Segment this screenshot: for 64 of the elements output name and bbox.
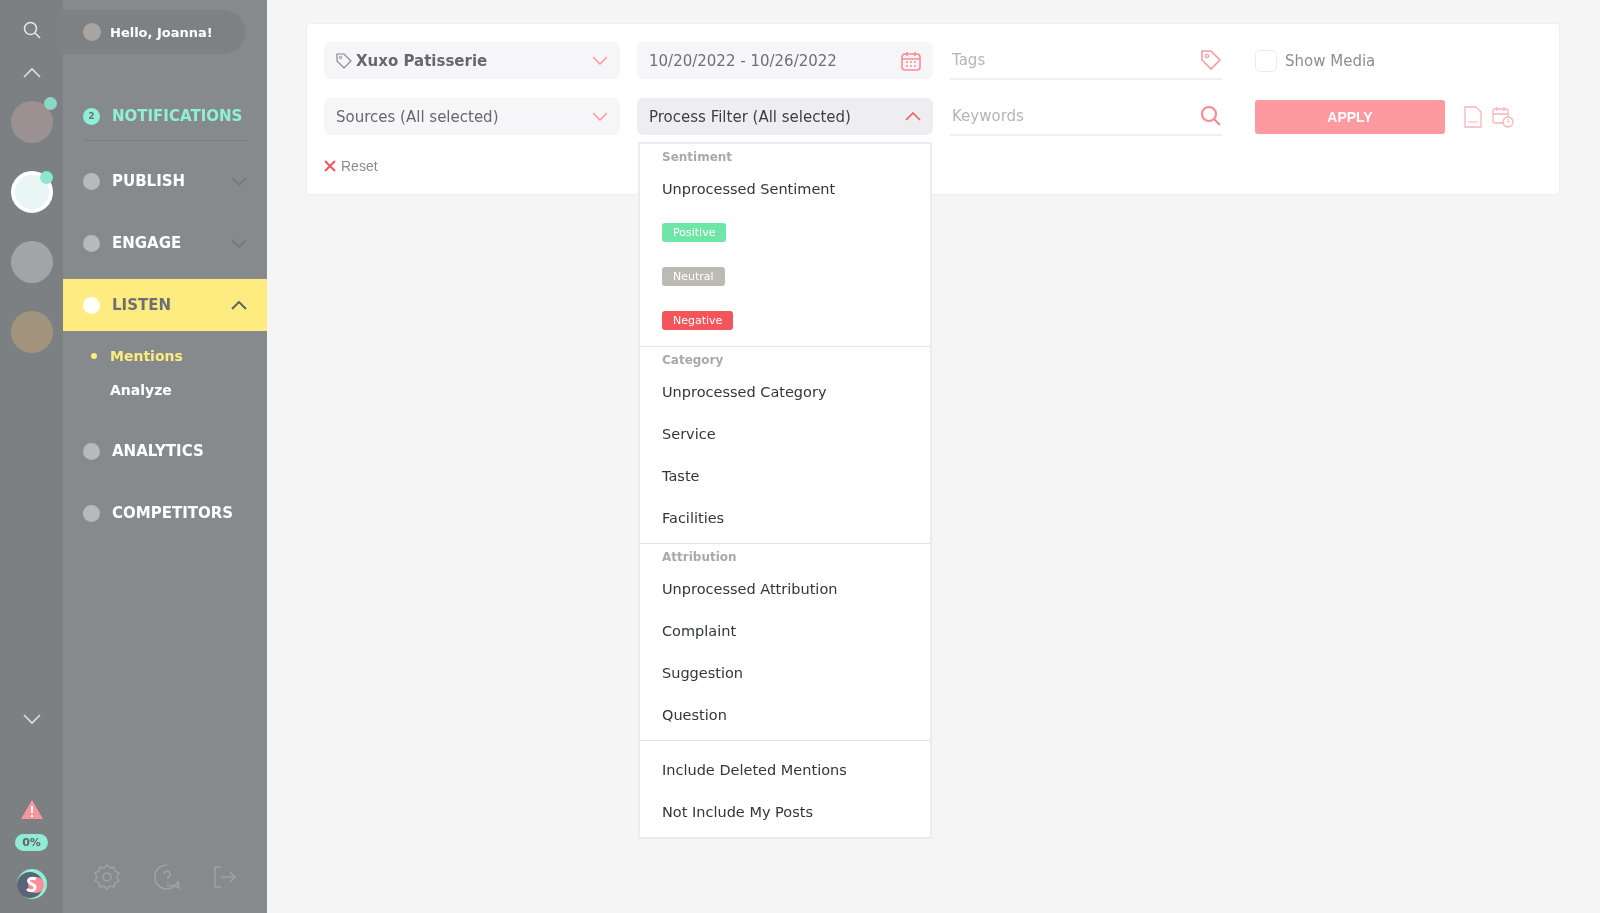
menu-item[interactable]: Not Include My Posts — [640, 791, 930, 833]
close-icon — [324, 160, 336, 172]
search-icon[interactable] — [21, 20, 42, 40]
nav-icon — [83, 172, 100, 190]
chevron-up-icon — [905, 112, 921, 121]
chevron-up-icon[interactable] — [22, 68, 41, 78]
calendar-clock-icon[interactable] — [1492, 105, 1514, 128]
menu-item[interactable]: Question — [640, 694, 930, 736]
nav-item[interactable]: LISTEN — [63, 279, 267, 331]
nav-item[interactable]: ANALYTICS — [63, 425, 267, 477]
menu-item[interactable]: Unprocessed Attribution — [640, 568, 930, 610]
nav-icon — [83, 442, 100, 460]
brand-select[interactable]: Xuxo Patisserie — [324, 42, 620, 79]
process-filter-select[interactable]: Process Filter (All selected) — [637, 98, 933, 135]
help-icon[interactable] — [154, 864, 180, 890]
nav-label: NOTIFICATIONS — [112, 107, 244, 125]
nav-icon — [83, 296, 100, 314]
menu-section-header: Attribution — [661, 549, 738, 566]
reset-button[interactable]: Reset — [324, 158, 378, 174]
brand-avatar[interactable] — [10, 241, 53, 283]
menu-item[interactable]: Suggestion — [640, 652, 930, 694]
search-icon — [1200, 104, 1222, 127]
xls-file-icon[interactable] — [1464, 105, 1482, 128]
notification-count: 2 — [83, 107, 100, 125]
menu-section-header: Category — [661, 352, 725, 369]
greeting-text: Hello, Joanna! — [110, 24, 213, 40]
quota-badge: 0% — [15, 834, 48, 851]
nav-label: ANALYTICS — [112, 442, 205, 460]
tag-icon — [1200, 48, 1222, 71]
subnav-item[interactable]: Mentions — [91, 339, 267, 373]
settings-icon[interactable] — [93, 863, 122, 891]
menu-item[interactable]: Service — [640, 413, 930, 455]
nav-label: PUBLISH — [112, 172, 187, 190]
nav-item[interactable]: PUBLISH — [63, 155, 267, 207]
nav-item[interactable]: COMPETITORS — [63, 487, 267, 539]
menu-item[interactable]: Complaint — [640, 610, 930, 652]
subnav-item[interactable]: Analyze — [91, 373, 267, 407]
tag-icon — [336, 52, 352, 69]
date-range-field[interactable]: 10/20/2022 - 10/26/2022 — [637, 42, 933, 79]
nav-item[interactable]: 2 NOTIFICATIONS — [63, 90, 267, 142]
chevron-down-icon[interactable] — [22, 714, 41, 724]
logo-icon — [16, 869, 47, 899]
sources-select[interactable]: Sources (All selected) — [324, 98, 620, 135]
chevron-down-icon — [592, 112, 608, 121]
nav-label: ENGAGE — [112, 234, 183, 252]
menu-item[interactable]: Unprocessed Sentiment — [640, 168, 930, 210]
menu-item[interactable]: Unprocessed Category — [640, 371, 930, 413]
nav-label: LISTEN — [112, 296, 172, 314]
warning-icon — [19, 799, 44, 820]
menu-section-header: Sentiment — [661, 149, 734, 166]
brand-avatar[interactable] — [10, 171, 53, 213]
nav-icon — [83, 504, 100, 522]
avatar-icon — [83, 23, 101, 41]
menu-item[interactable]: Facilities — [640, 497, 930, 539]
checkbox-label: Show Media — [1285, 51, 1376, 70]
sentiment-tag[interactable]: Negative — [662, 310, 734, 330]
menu-item[interactable]: Taste — [640, 455, 930, 497]
nav-item[interactable]: ENGAGE — [63, 217, 267, 269]
greeting-pill[interactable]: Hello, Joanna! — [63, 10, 245, 54]
nav-icon — [83, 234, 100, 252]
nav-label: COMPETITORS — [112, 504, 235, 522]
chevron-down-icon — [592, 56, 608, 65]
calendar-icon — [901, 50, 921, 71]
menu-item[interactable]: Include Deleted Mentions — [640, 749, 930, 791]
